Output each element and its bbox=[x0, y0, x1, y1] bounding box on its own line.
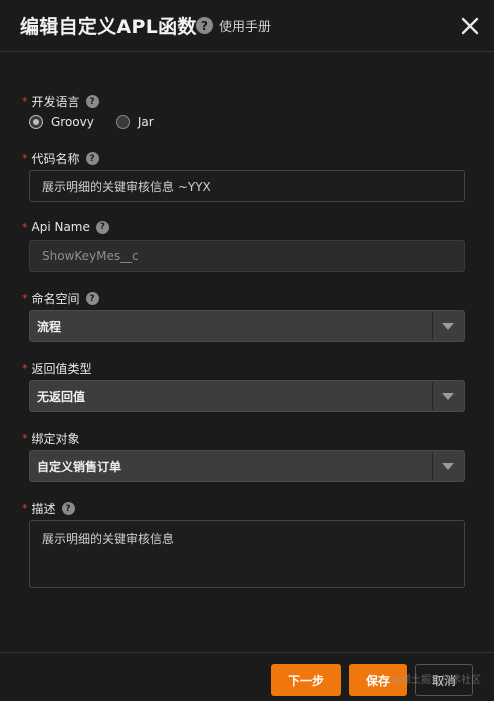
required-mark: * bbox=[22, 220, 28, 234]
select-divider bbox=[432, 452, 433, 480]
radio-jar[interactable]: Jar bbox=[115, 115, 154, 129]
save-button[interactable]: 保存 bbox=[349, 664, 407, 696]
dialog-footer: 下一步 保存 取消 bbox=[0, 652, 494, 701]
radio-unselected-icon bbox=[115, 115, 130, 129]
bound-object-select-value: 自定义销售订单 bbox=[37, 459, 122, 474]
required-mark: * bbox=[22, 95, 28, 108]
help-link[interactable]: ? 使用手册 bbox=[196, 16, 271, 35]
bound-object-label: * 绑定对象 bbox=[22, 432, 80, 446]
select-divider bbox=[432, 382, 433, 410]
dialog-title: 编辑自定义APL函数 bbox=[20, 16, 197, 38]
dropdown-arrow-icon[interactable] bbox=[442, 392, 454, 400]
dropdown-arrow-icon[interactable] bbox=[442, 462, 454, 470]
return-type-select-value: 无返回值 bbox=[37, 389, 86, 404]
code-name-input[interactable]: 展示明细的关键审核信息 ~YYX bbox=[29, 170, 465, 202]
select-divider bbox=[432, 312, 433, 340]
return-type-label: * 返回值类型 bbox=[22, 362, 92, 376]
language-radio-group: Groovy Jar bbox=[29, 115, 176, 129]
next-button[interactable]: 下一步 bbox=[271, 664, 341, 696]
question-icon[interactable]: ? bbox=[85, 95, 99, 108]
required-mark: * bbox=[22, 362, 28, 375]
required-mark: * bbox=[22, 432, 28, 445]
radio-groovy[interactable]: Groovy bbox=[29, 115, 94, 129]
bound-object-select[interactable]: 自定义销售订单 bbox=[29, 450, 465, 482]
question-icon[interactable]: ? bbox=[95, 220, 109, 234]
namespace-label: * 命名空间 ? bbox=[22, 290, 99, 307]
api-name-label: * Api Name ? bbox=[22, 220, 109, 234]
help-icon: ? bbox=[196, 17, 213, 34]
cancel-button[interactable]: 取消 bbox=[415, 664, 473, 696]
description-label: * 描述 ? bbox=[22, 500, 75, 517]
required-mark: * bbox=[22, 292, 28, 305]
help-link-label: 使用手册 bbox=[219, 20, 272, 35]
question-icon[interactable]: ? bbox=[61, 502, 75, 515]
description-textarea[interactable]: 展示明细的关键审核信息 bbox=[29, 520, 465, 588]
question-icon[interactable]: ? bbox=[85, 152, 99, 165]
required-mark: * bbox=[22, 152, 28, 165]
dialog-header: 编辑自定义APL函数 ? 使用手册 bbox=[0, 0, 494, 52]
return-type-select[interactable]: 无返回值 bbox=[29, 380, 465, 412]
namespace-select[interactable]: 流程 bbox=[29, 310, 465, 342]
dropdown-arrow-icon[interactable] bbox=[442, 322, 454, 330]
code-name-label: * 代码名称 ? bbox=[22, 150, 99, 167]
language-label: * 开发语言 ? bbox=[22, 93, 99, 110]
namespace-select-value: 流程 bbox=[37, 319, 62, 334]
question-icon[interactable]: ? bbox=[85, 292, 99, 305]
close-icon[interactable] bbox=[460, 16, 480, 36]
api-name-input: ShowKeyMes__c bbox=[29, 240, 465, 272]
radio-selected-icon bbox=[29, 115, 43, 129]
required-mark: * bbox=[22, 502, 28, 515]
